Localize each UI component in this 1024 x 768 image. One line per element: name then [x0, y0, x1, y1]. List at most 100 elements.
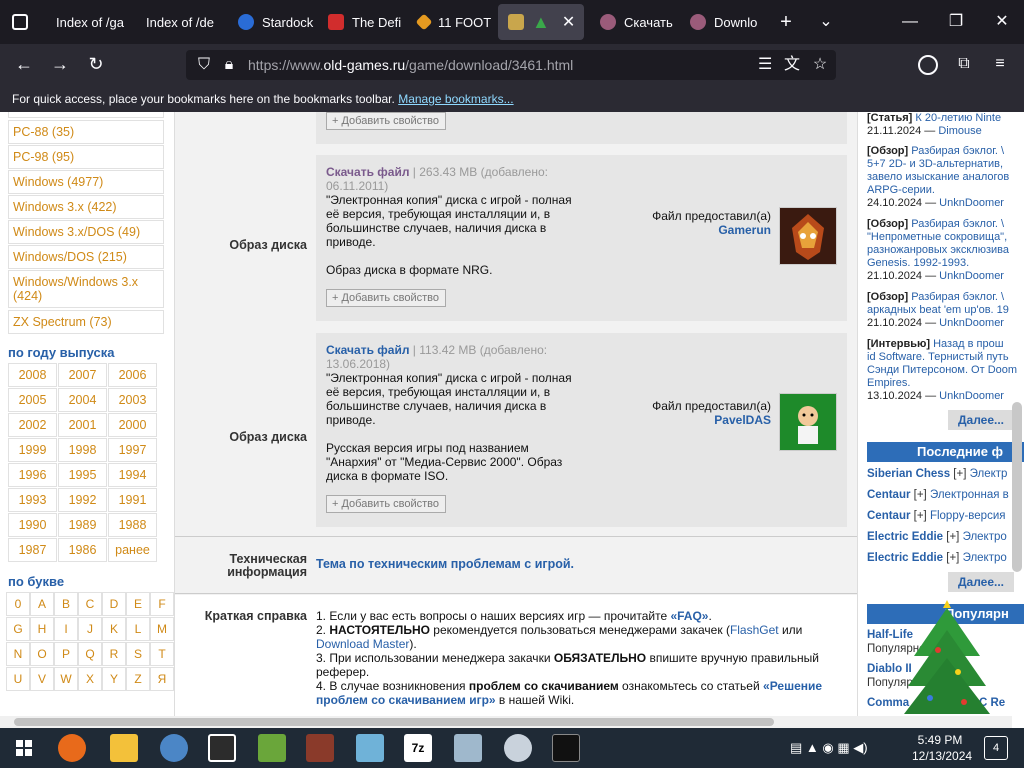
news-item[interactable]: [Интервью] Назад в прош id Software. Терн…	[867, 338, 1024, 403]
avatar[interactable]	[779, 207, 837, 265]
letter-link[interactable]: F	[150, 592, 174, 616]
user-link[interactable]: PavelDAS	[714, 413, 771, 427]
year-link[interactable]: 1988	[108, 513, 157, 537]
platform-item[interactable]: PC-88 (35)	[8, 120, 164, 144]
bookmark-star-icon[interactable]: ☆	[812, 57, 828, 73]
7zip-icon[interactable]: 7z	[404, 734, 432, 762]
game-icon[interactable]	[306, 734, 334, 762]
vertical-scrollbar[interactable]	[1012, 402, 1022, 572]
latest-file-item[interactable]: Electric Eddie [+] Электро	[867, 531, 1024, 543]
latest-file-item[interactable]: Electric Eddie [+] Электро	[867, 552, 1024, 564]
url-text[interactable]: https://www.old-games.ru/game/download/3…	[248, 57, 573, 73]
url-bar[interactable]: ⛉ 🔒︎ https://www.old-games.ru/game/downl…	[186, 50, 836, 80]
letter-link[interactable]: C	[78, 592, 102, 616]
year-link[interactable]: 1986	[58, 538, 107, 562]
letter-link[interactable]: N	[6, 642, 30, 666]
year-link[interactable]: 1987	[8, 538, 57, 562]
year-link[interactable]: 1990	[8, 513, 57, 537]
year-link[interactable]: 1992	[58, 488, 107, 512]
new-tab-icon[interactable]: +	[778, 12, 794, 32]
letter-link[interactable]: V	[30, 667, 54, 691]
year-link[interactable]: 1995	[58, 463, 107, 487]
letter-link[interactable]: X	[78, 667, 102, 691]
tab-8[interactable]: Downlo	[680, 4, 768, 40]
avatar[interactable]	[779, 393, 837, 451]
year-link[interactable]: ранее	[108, 538, 157, 562]
account-icon[interactable]	[918, 55, 938, 75]
reload-icon[interactable]: ↻	[86, 55, 106, 73]
close-tab-icon[interactable]: ✕	[562, 12, 575, 32]
maximize-icon[interactable]: ❐	[948, 14, 964, 30]
app-icon[interactable]	[454, 734, 482, 762]
letter-link[interactable]: E	[126, 592, 150, 616]
platform-item[interactable]	[8, 112, 164, 118]
year-link[interactable]: 1997	[108, 438, 157, 462]
download-file-link[interactable]: Скачать файл	[326, 343, 409, 357]
download-master-link[interactable]: Download Master	[316, 637, 409, 651]
year-link[interactable]: 1993	[8, 488, 57, 512]
paint-icon[interactable]	[504, 734, 532, 762]
faq-link[interactable]: «FAQ»	[670, 609, 708, 623]
notification-icon[interactable]: 4	[984, 736, 1008, 760]
horizontal-scrollbar[interactable]	[0, 716, 1012, 728]
letter-link[interactable]: T	[150, 642, 174, 666]
add-property-button[interactable]: + Добавить свойство	[326, 495, 446, 513]
translate-icon[interactable]: 文	[784, 57, 800, 73]
app-icon[interactable]	[258, 734, 286, 762]
letter-link[interactable]: B	[54, 592, 78, 616]
letter-link[interactable]: K	[102, 617, 126, 641]
tech-topic-link[interactable]: Тема по техническим проблемам с игрой.	[316, 557, 574, 571]
close-window-icon[interactable]: ✕	[994, 14, 1010, 30]
reader-view-icon[interactable]: ☰	[758, 57, 772, 73]
platform-item[interactable]: Windows/DOS (215)	[8, 245, 164, 269]
year-link[interactable]: 2006	[108, 363, 157, 387]
app-icon[interactable]	[160, 734, 188, 762]
latest-file-item[interactable]: Centaur [+] Floppy-версия	[867, 510, 1024, 522]
year-link[interactable]: 1996	[8, 463, 57, 487]
letter-link[interactable]: 0	[6, 592, 30, 616]
platform-item[interactable]: PC-98 (95)	[8, 145, 164, 169]
letter-link[interactable]: H	[30, 617, 54, 641]
year-link[interactable]: 1999	[8, 438, 57, 462]
extensions-icon[interactable]: ⧉	[956, 56, 972, 72]
download-file-link[interactable]: Скачать файл	[326, 165, 409, 179]
year-link[interactable]: 2000	[108, 413, 157, 437]
tray-icons[interactable]: ▤ ▲ ◉ ▦ ◀︎)	[790, 734, 910, 762]
tab-7[interactable]: Скачать	[590, 4, 678, 40]
year-link[interactable]: 2005	[8, 388, 57, 412]
chevron-down-icon[interactable]: ⌄	[818, 14, 834, 30]
letter-link[interactable]: G	[6, 617, 30, 641]
year-link[interactable]: 2001	[58, 413, 107, 437]
year-link[interactable]: 2004	[58, 388, 107, 412]
tab-3[interactable]: Stardock	[228, 4, 316, 40]
add-property-button[interactable]: + Добавить свойство	[326, 289, 446, 307]
tab-5[interactable]: 11 FOOT	[408, 4, 496, 40]
more-files-button[interactable]: Далее...	[948, 572, 1014, 592]
tab-active[interactable]: ▲ ✕	[498, 4, 584, 40]
year-link[interactable]: 2002	[8, 413, 57, 437]
latest-file-item[interactable]: Siberian Chess [+] Электр	[867, 468, 1024, 480]
letter-link[interactable]: Y	[102, 667, 126, 691]
windows-start-icon[interactable]	[10, 734, 38, 762]
letter-link[interactable]: P	[54, 642, 78, 666]
more-news-button[interactable]: Далее...	[948, 410, 1014, 430]
letter-link[interactable]: Я	[150, 667, 174, 691]
tab-list-icon[interactable]	[12, 14, 28, 30]
letter-link[interactable]: M	[150, 617, 174, 641]
notepad-icon[interactable]	[356, 734, 384, 762]
add-property-button[interactable]: + Добавить свойство	[326, 112, 446, 130]
year-link[interactable]: 2008	[8, 363, 57, 387]
platform-item[interactable]: Windows 3.x (422)	[8, 195, 164, 219]
news-item[interactable]: [Обзор] Разбирая бэклог. \ "Непрიметные с…	[867, 218, 1024, 283]
letter-link[interactable]: Q	[78, 642, 102, 666]
news-item[interactable]: [Статья] К 20-летию Ninte 21.11.2024 — Di…	[867, 112, 1024, 138]
letter-link[interactable]: Z	[126, 667, 150, 691]
letter-link[interactable]: I	[54, 617, 78, 641]
letter-link[interactable]: L	[126, 617, 150, 641]
minimize-icon[interactable]: —	[902, 14, 918, 30]
year-link[interactable]: 1989	[58, 513, 107, 537]
platform-item[interactable]: Windows (4977)	[8, 170, 164, 194]
user-link[interactable]: Gamerun	[718, 223, 771, 237]
year-link[interactable]: 1998	[58, 438, 107, 462]
back-icon[interactable]: ←	[14, 55, 34, 73]
